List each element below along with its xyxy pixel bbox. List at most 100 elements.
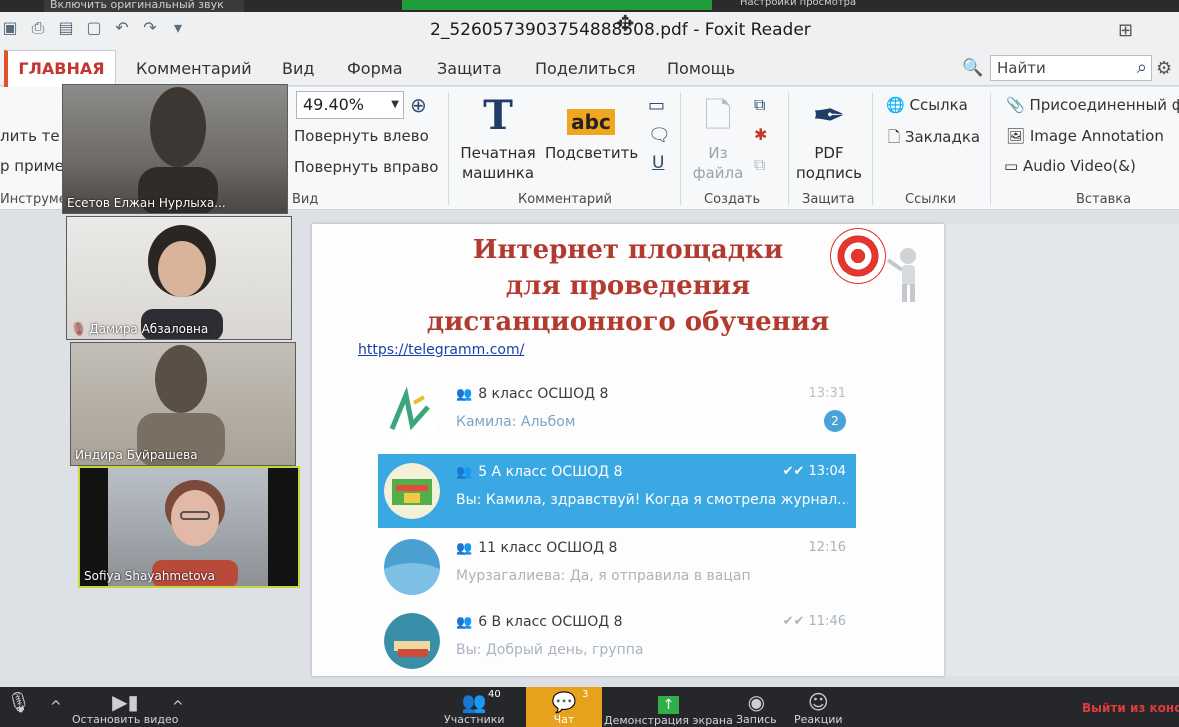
rectangle-icon[interactable]: ▭ bbox=[648, 95, 665, 116]
gear-icon[interactable]: ⚙ bbox=[1156, 58, 1172, 79]
save-as-icon[interactable]: ▤ bbox=[56, 18, 76, 38]
pdf-sign-button[interactable]: ✒ PDF подпись bbox=[794, 93, 864, 183]
chat-item[interactable]: 👥 8 класс ОСШОД 8 Камила: Альбом 13:31 2 bbox=[378, 376, 856, 450]
chat-item-selected[interactable]: 👥 5 А класс ОСШОД 8 Вы: Камила, здравству… bbox=[378, 454, 856, 528]
meeting-controls-bar: 🎙 ^ ▶▮ Остановить видео ^ 👥 Участники 40 … bbox=[0, 687, 1179, 727]
group-icon: 👥 bbox=[456, 387, 473, 402]
mic-icon: 🎙 bbox=[6, 690, 32, 714]
chat-avatar bbox=[384, 463, 440, 519]
convert-icon[interactable]: ⧉ bbox=[754, 95, 765, 115]
image-annotation-button[interactable]: 🖼 Image Annotation bbox=[1006, 127, 1164, 145]
zoom-in-icon[interactable]: ⊕ bbox=[410, 93, 427, 117]
chat-avatar bbox=[384, 539, 440, 595]
share-screen-icon: ↑ bbox=[604, 691, 733, 714]
smiley-plus-icon: ☺ bbox=[807, 690, 829, 714]
tools-partial-1[interactable]: лить те bbox=[0, 127, 60, 145]
tab-home[interactable]: ГЛАВНАЯ bbox=[4, 50, 116, 87]
chat-item[interactable]: 👥 6 В класс ОСШОД 8 Вы: Добрый день, груп… bbox=[378, 604, 856, 678]
video-tile[interactable]: Индира Буйрашева bbox=[70, 342, 296, 466]
tools-partial-2[interactable]: р приме bbox=[0, 157, 64, 175]
telegram-link[interactable]: https://telegramm.com/ bbox=[358, 342, 524, 358]
video-tile-active-speaker[interactable]: Sofiya Shayahmetova bbox=[78, 466, 300, 588]
video-icon: ▭ bbox=[1004, 157, 1019, 175]
double-check-icon: ✔✔ bbox=[782, 464, 805, 479]
share-screen-button[interactable]: ↑ Демонстрация экрана bbox=[604, 691, 733, 727]
audio-video-button[interactable]: ▭ Audio Video(&) bbox=[1004, 157, 1136, 175]
unread-badge: 2 bbox=[824, 410, 846, 432]
mute-button[interactable]: 🎙 bbox=[6, 691, 31, 713]
ribbon-tabs: ГЛАВНАЯ Комментарий Вид Форма Защита Под… bbox=[0, 50, 1179, 87]
quick-access-toolbar: ▣ ⎙ ▤ ▢ ↶ ↷ ▾ bbox=[0, 18, 188, 38]
find-icon[interactable]: 🔍 bbox=[962, 58, 983, 78]
chevron-up-icon[interactable]: ^ bbox=[50, 699, 62, 715]
mic-off-icon: 🎙 bbox=[71, 322, 87, 336]
chevron-down-icon: ▼ bbox=[391, 99, 399, 110]
video-button[interactable]: ▶▮ Остановить видео bbox=[72, 691, 179, 726]
record-button[interactable]: ◉ Запись bbox=[736, 691, 777, 726]
file-icon: 🗋 bbox=[704, 96, 732, 136]
group-icon: 👥 bbox=[456, 541, 473, 556]
save-icon[interactable]: ▣ bbox=[0, 18, 20, 38]
globe-icon: 🌐 bbox=[886, 96, 905, 114]
new-blank-icon[interactable]: ✱ bbox=[754, 125, 767, 144]
screen-share-indicator[interactable] bbox=[402, 0, 712, 10]
pdf-page[interactable]: Интернет площадки для проведения дистанц… bbox=[312, 224, 944, 676]
insert-group-label: Вставка bbox=[1076, 192, 1132, 207]
links-group-label: Ссылки bbox=[905, 192, 957, 207]
paperclip-icon: 📎 bbox=[1006, 96, 1025, 114]
participants-count: 40 bbox=[488, 689, 501, 700]
note-icon[interactable]: 🗨 bbox=[648, 125, 671, 146]
clipboard-icon[interactable]: ⧉ bbox=[754, 155, 765, 175]
protect-group-label: Защита bbox=[802, 192, 855, 207]
rotate-left-button[interactable]: Повернуть влево bbox=[294, 127, 429, 145]
link-button[interactable]: 🌐 Ссылка bbox=[886, 96, 968, 114]
bookmark-button[interactable]: 🗋 Закладка bbox=[888, 127, 980, 152]
chat-avatar bbox=[384, 385, 440, 441]
typewriter-icon: T bbox=[483, 92, 513, 139]
zoom-top-strip: Включить оригинальный звук Настройки про… bbox=[0, 0, 1179, 12]
chevron-up-icon[interactable]: ^ bbox=[172, 699, 184, 715]
tab-comment[interactable]: Комментарий bbox=[136, 59, 252, 78]
camera-icon: ▶▮ bbox=[112, 690, 139, 714]
search-icon[interactable]: ⌕ bbox=[1137, 56, 1147, 80]
redo-icon[interactable]: ↷ bbox=[140, 18, 160, 38]
print-icon[interactable]: ⎙ bbox=[28, 18, 48, 38]
reactions-button[interactable]: ☺ Реакции bbox=[794, 691, 843, 726]
tab-view[interactable]: Вид bbox=[282, 59, 314, 78]
divider bbox=[680, 93, 681, 205]
view-options-button[interactable]: Настройки просмотра bbox=[740, 0, 856, 8]
document-margin bbox=[944, 224, 1179, 676]
zoom-select[interactable]: 49.40% ▼ bbox=[296, 91, 404, 119]
target-icon bbox=[830, 228, 886, 284]
underline-icon[interactable]: U bbox=[652, 153, 664, 173]
original-sound-button[interactable]: Включить оригинальный звук bbox=[44, 0, 244, 12]
undo-icon[interactable]: ↶ bbox=[112, 18, 132, 38]
chat-item[interactable]: 👥 11 класс ОСШОД 8 Мурзагалиева: Да, я от… bbox=[378, 530, 856, 604]
highlight-icon: abc bbox=[545, 93, 637, 139]
person-figure-icon bbox=[886, 248, 916, 302]
rotate-right-button[interactable]: Повернуть вправо bbox=[294, 158, 438, 176]
attached-file-button[interactable]: 📎 Присоединенный ф bbox=[1006, 96, 1179, 114]
grid-icon[interactable]: ⊞ bbox=[1118, 20, 1133, 41]
leave-meeting-button[interactable]: Выйти из конф bbox=[1082, 701, 1179, 715]
record-icon: ◉ bbox=[747, 690, 766, 714]
bookmark-icon: 🗋 bbox=[888, 128, 901, 146]
tab-share[interactable]: Поделиться bbox=[535, 59, 636, 78]
tab-help[interactable]: Помощь bbox=[667, 59, 735, 78]
typewriter-button[interactable]: T Печатная машинка bbox=[458, 93, 538, 183]
video-tile[interactable]: Есетов Елжан Нурлыха... bbox=[62, 84, 288, 214]
new-doc-icon[interactable]: ▢ bbox=[84, 18, 104, 38]
highlight-button[interactable]: abc Подсветить bbox=[545, 93, 638, 163]
video-tile[interactable]: 🎙 Дамира Абзаловна bbox=[66, 216, 292, 340]
tab-protect[interactable]: Защита bbox=[437, 59, 502, 78]
create-group-label: Создать bbox=[704, 192, 761, 207]
tab-form[interactable]: Форма bbox=[347, 59, 403, 78]
chat-count: 3 bbox=[582, 689, 589, 700]
window-title: 2_5260573903754888508.pdf - Foxit Reader bbox=[430, 20, 811, 40]
image-icon: 🖼 bbox=[1006, 127, 1026, 145]
from-file-button[interactable]: 🗋 Из файла bbox=[688, 93, 748, 183]
participants-button[interactable]: 👥 Участники 40 bbox=[444, 689, 505, 726]
chat-button[interactable]: 💬 Чат 3 bbox=[526, 687, 602, 727]
customize-icon[interactable]: ▾ bbox=[168, 18, 188, 38]
search-input[interactable]: Найти ⌕ bbox=[990, 55, 1152, 81]
